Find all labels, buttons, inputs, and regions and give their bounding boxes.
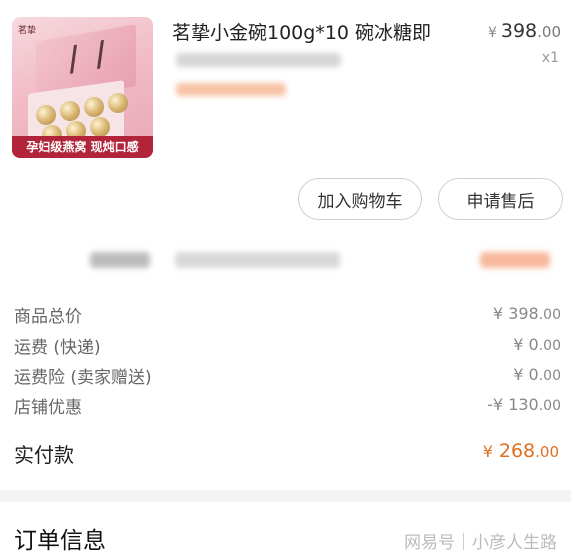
order-info-title: 订单信息	[14, 528, 106, 554]
brand-tag: 茗挚	[18, 26, 37, 36]
fee-value: ¥ 0.00	[513, 365, 561, 384]
total-currency: ¥	[482, 442, 493, 461]
fee-label: 店铺优惠	[14, 398, 82, 418]
after-sales-button[interactable]: 申请售后	[438, 178, 563, 220]
fee-currency: ¥	[492, 304, 504, 323]
watermark-separator	[463, 533, 464, 550]
fee-value: ¥ 0.00	[513, 335, 561, 354]
fee-row-goods-total: 商品总价 ¥ 398.00	[14, 302, 561, 328]
fee-int: 398	[508, 304, 539, 323]
redacted-text	[480, 252, 550, 268]
fee-dec: .00	[538, 398, 561, 414]
bowl-icon	[90, 117, 110, 137]
redacted-tag	[176, 83, 286, 96]
fee-row-shipping: 运费 (快递) ¥ 0.00	[14, 333, 561, 359]
fee-label: 运费险 (卖家赠送)	[14, 368, 152, 388]
watermark: 网易号 小彦人生路	[404, 528, 557, 553]
product-title[interactable]: 茗挚小金碗100g*10 碗冰糖即	[172, 18, 452, 45]
fee-int: 0	[528, 365, 539, 384]
redacted-text	[90, 252, 150, 268]
fee-value: -¥ 130.00	[487, 395, 561, 414]
watermark-right: 小彦人生路	[472, 533, 557, 553]
bowl-icon	[36, 105, 56, 125]
logo-mark	[70, 39, 104, 74]
fee-dec: .00	[538, 338, 561, 354]
fee-int: 0	[528, 335, 539, 354]
total-paid-value: ¥268.00	[483, 440, 559, 462]
add-to-cart-button[interactable]: 加入购物车	[298, 178, 422, 220]
fee-value: ¥ 398.00	[493, 304, 561, 323]
product-price: ¥398.00	[488, 20, 561, 42]
total-dec: .00	[535, 443, 559, 461]
promo-banner: 孕妇级燕窝 现炖口感	[12, 136, 153, 158]
fee-row-store-discount: 店铺优惠 -¥ 130.00	[14, 393, 561, 419]
bowl-icon	[60, 101, 80, 121]
fee-label: 运费 (快递)	[14, 338, 101, 358]
total-int: 268	[498, 440, 536, 462]
fee-label: 商品总价	[14, 307, 82, 327]
fee-dec: .00	[538, 368, 561, 384]
price-dec: .00	[537, 23, 561, 41]
price-currency: ¥	[487, 25, 497, 41]
fee-dec: .00	[538, 307, 561, 323]
product-image[interactable]: 茗挚 孕妇级燕窝 现炖口感	[12, 17, 153, 158]
watermark-left: 网易号	[404, 533, 455, 553]
price-int: 398	[500, 20, 538, 42]
redacted-text	[175, 252, 340, 268]
fee-currency: -¥	[487, 395, 504, 414]
fee-currency: ¥	[513, 335, 524, 354]
total-paid-label: 实付款	[14, 443, 74, 467]
quantity: x1	[541, 50, 559, 66]
fee-currency: ¥	[513, 365, 524, 384]
bowl-icon	[108, 93, 128, 113]
redacted-sku	[176, 53, 341, 67]
fee-row-shipping-insurance: 运费险 (卖家赠送) ¥ 0.00	[14, 363, 561, 389]
bowl-icon	[84, 97, 104, 117]
section-divider	[0, 490, 571, 502]
fee-int: 130	[508, 395, 539, 414]
